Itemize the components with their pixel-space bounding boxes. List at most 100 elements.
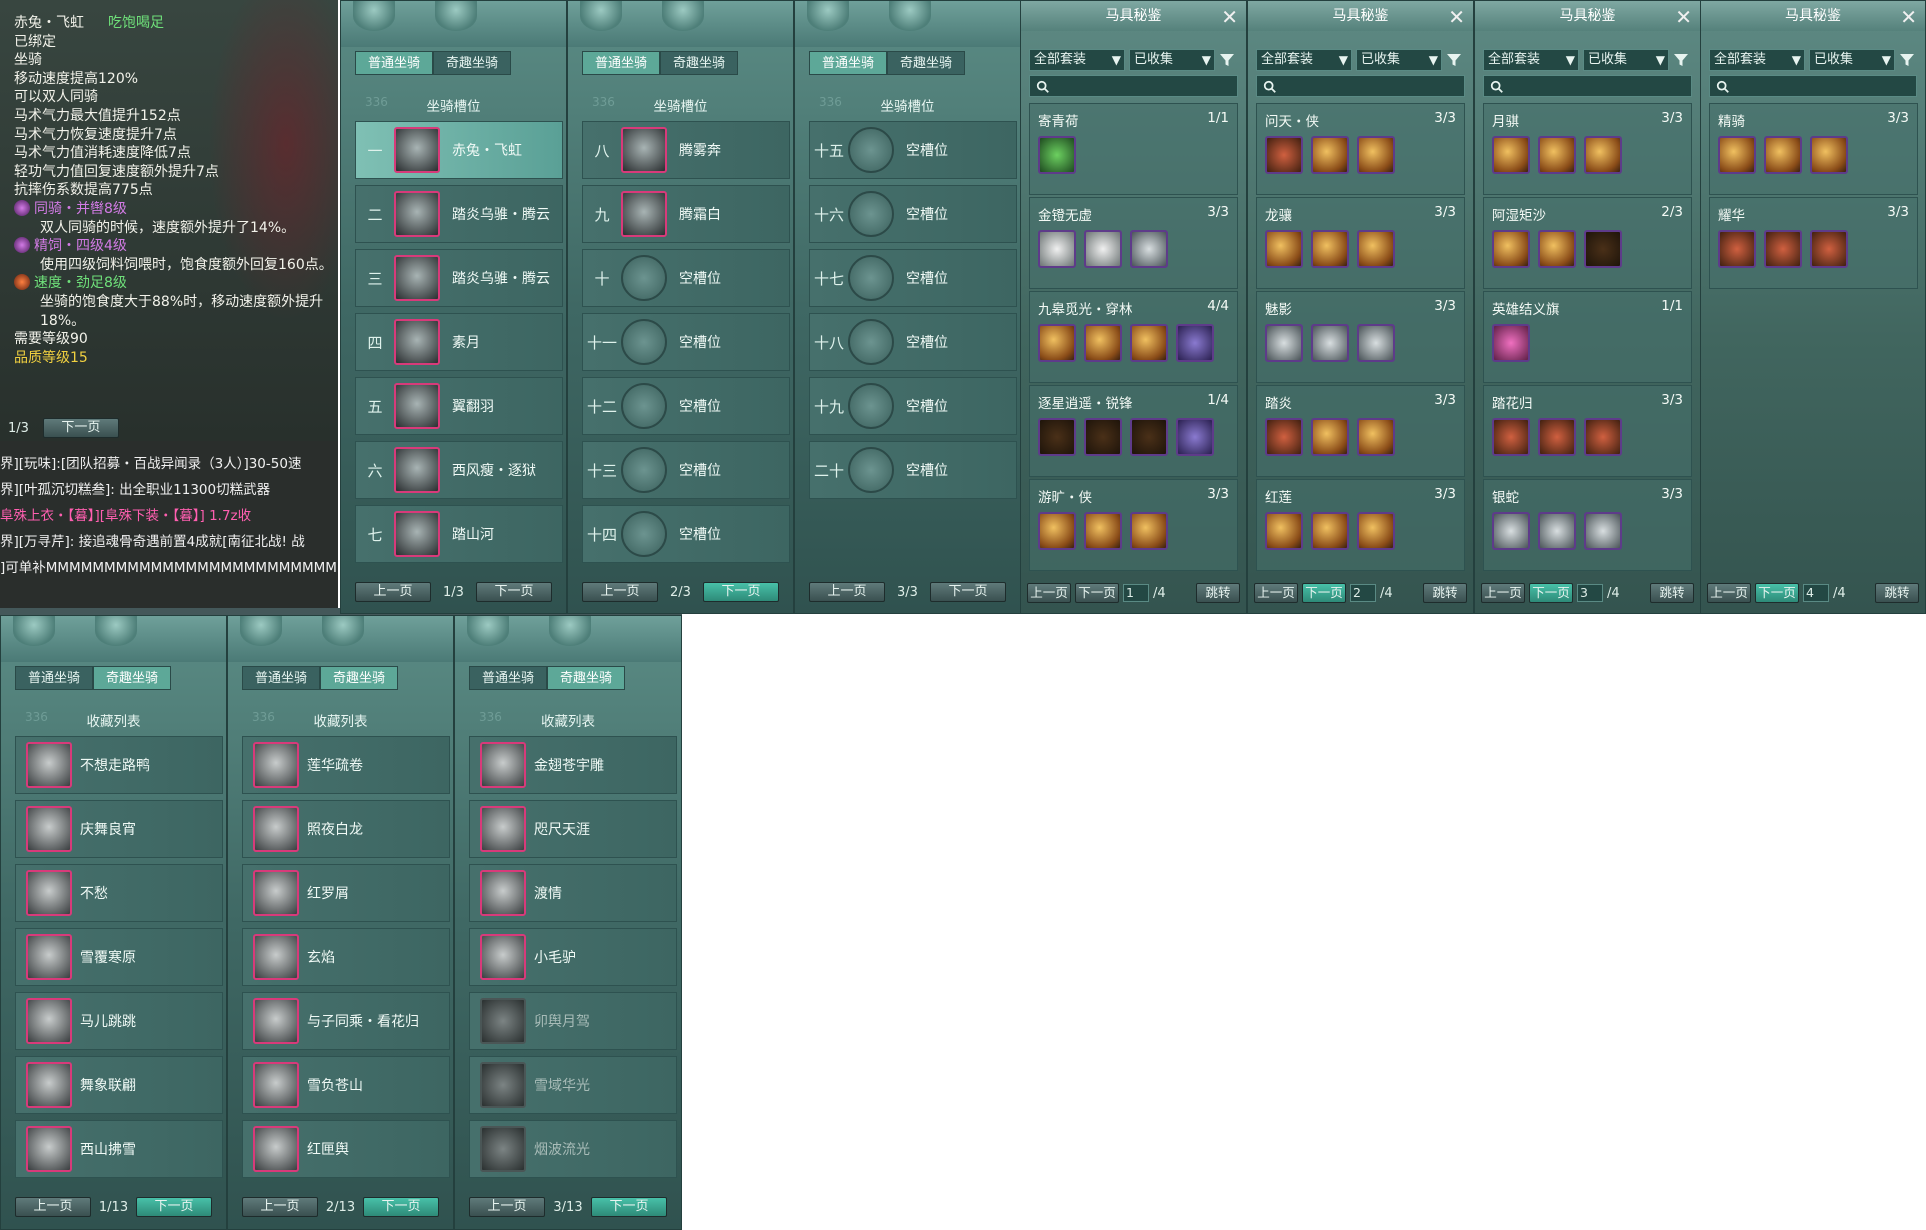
tab-normal-mount[interactable]: 普通坐骑 <box>469 666 547 690</box>
mount-slot[interactable]: 七 踏山河 <box>355 505 563 563</box>
close-icon[interactable]: ✕ <box>1221 5 1238 29</box>
collected-filter-dropdown[interactable]: 已收集 <box>1809 49 1895 71</box>
jump-button[interactable]: 跳转 <box>1650 583 1694 603</box>
saddlery-item-icon[interactable] <box>1176 324 1214 362</box>
mount-slot[interactable]: 九 腾霜白 <box>582 185 790 243</box>
page-number-input[interactable]: 1 <box>1123 584 1149 602</box>
prev-page-button[interactable]: 上一页 <box>582 582 658 602</box>
mount-slot[interactable]: 六 西风瘦・逐狱 <box>355 441 563 499</box>
saddlery-item-icon[interactable] <box>1084 230 1122 268</box>
tab-normal-mount[interactable]: 普通坐骑 <box>355 51 433 75</box>
next-page-button[interactable]: 下一页 <box>1302 583 1346 603</box>
saddlery-item-icon[interactable] <box>1764 230 1802 268</box>
next-page-button[interactable]: 下一页 <box>702 582 779 602</box>
favorite-mount-item[interactable]: 烟波流光 <box>469 1120 677 1178</box>
tab-fun-mount[interactable]: 奇趣坐骑 <box>887 51 965 75</box>
prev-page-button[interactable]: 上一页 <box>1707 583 1751 603</box>
close-icon[interactable]: ✕ <box>1900 5 1917 29</box>
favorite-mount-item[interactable]: 照夜白龙 <box>242 800 450 858</box>
saddlery-item-icon[interactable] <box>1357 324 1395 362</box>
favorite-mount-item[interactable]: 咫尺天涯 <box>469 800 677 858</box>
next-page-button[interactable]: 下一页 <box>135 1197 212 1217</box>
saddlery-item-icon[interactable] <box>1311 136 1349 174</box>
mount-slot[interactable]: 五 翼翻羽 <box>355 377 563 435</box>
saddlery-item-icon[interactable] <box>1265 230 1303 268</box>
saddlery-item-icon[interactable] <box>1265 512 1303 550</box>
saddlery-item-icon[interactable] <box>1764 136 1802 174</box>
next-page-button[interactable]: 下一页 <box>590 1197 667 1217</box>
mount-slot[interactable]: 十八 空槽位 <box>809 313 1017 371</box>
favorite-mount-item[interactable]: 红匣舆 <box>242 1120 450 1178</box>
search-input[interactable] <box>1052 76 1232 97</box>
saddlery-item-icon[interactable] <box>1357 230 1395 268</box>
saddlery-item-icon[interactable] <box>1038 136 1076 174</box>
collected-filter-dropdown[interactable]: 已收集 <box>1356 49 1442 71</box>
next-page-button[interactable]: 下一页 <box>1075 583 1119 603</box>
jump-button[interactable]: 跳转 <box>1196 583 1240 603</box>
search-input[interactable] <box>1279 76 1459 97</box>
favorite-mount-item[interactable]: 小毛驴 <box>469 928 677 986</box>
next-page-button[interactable]: 下一页 <box>929 582 1006 602</box>
mount-slot[interactable]: 十六 空槽位 <box>809 185 1017 243</box>
tab-fun-mount[interactable]: 奇趣坐骑 <box>93 666 171 690</box>
prev-page-button[interactable]: 上一页 <box>809 582 885 602</box>
favorite-mount-item[interactable]: 莲华疏卷 <box>242 736 450 794</box>
saddlery-item-icon[interactable] <box>1492 230 1530 268</box>
saddlery-item-icon[interactable] <box>1311 324 1349 362</box>
prev-page-button[interactable]: 上一页 <box>469 1197 545 1217</box>
saddlery-item-icon[interactable] <box>1492 512 1530 550</box>
next-page-button[interactable]: 下一页 <box>475 582 552 602</box>
search-box[interactable] <box>1709 75 1917 97</box>
prev-page-button[interactable]: 上一页 <box>1481 583 1525 603</box>
saddlery-item-icon[interactable] <box>1357 418 1395 456</box>
saddlery-item-icon[interactable] <box>1810 136 1848 174</box>
chat-message[interactable]: 界][万寻芹]: 接追魂骨奇遇前置4成就[南征北战! 战 <box>0 529 338 555</box>
saddlery-item-icon[interactable] <box>1038 418 1076 456</box>
favorite-mount-item[interactable]: 马儿跳跳 <box>15 992 223 1050</box>
collected-filter-dropdown[interactable]: 已收集 <box>1129 49 1215 71</box>
close-icon[interactable]: ✕ <box>1448 5 1465 29</box>
saddlery-item-icon[interactable] <box>1265 418 1303 456</box>
saddlery-item-icon[interactable] <box>1584 230 1622 268</box>
mount-slot[interactable]: 十 空槽位 <box>582 249 790 307</box>
favorite-mount-item[interactable]: 庆舞良宵 <box>15 800 223 858</box>
saddlery-item-icon[interactable] <box>1584 418 1622 456</box>
mount-slot[interactable]: 十三 空槽位 <box>582 441 790 499</box>
favorite-mount-item[interactable]: 雪负苍山 <box>242 1056 450 1114</box>
mount-slot[interactable]: 十一 空槽位 <box>582 313 790 371</box>
jump-button[interactable]: 跳转 <box>1423 583 1467 603</box>
prev-page-button[interactable]: 上一页 <box>15 1197 91 1217</box>
page-number-input[interactable]: 3 <box>1577 584 1603 602</box>
saddlery-item-icon[interactable] <box>1130 324 1168 362</box>
collected-filter-dropdown[interactable]: 已收集 <box>1583 49 1669 71</box>
tab-normal-mount[interactable]: 普通坐骑 <box>809 51 887 75</box>
saddlery-item-icon[interactable] <box>1810 230 1848 268</box>
favorite-mount-item[interactable]: 不愁 <box>15 864 223 922</box>
saddlery-item-icon[interactable] <box>1584 512 1622 550</box>
saddlery-item-icon[interactable] <box>1130 230 1168 268</box>
saddlery-item-icon[interactable] <box>1311 418 1349 456</box>
mount-slot[interactable]: 一 赤兔・飞虹 <box>355 121 563 179</box>
mount-slot[interactable]: 二十 空槽位 <box>809 441 1017 499</box>
saddlery-item-icon[interactable] <box>1176 418 1214 456</box>
saddlery-item-icon[interactable] <box>1038 230 1076 268</box>
favorite-mount-item[interactable]: 舞象联翩 <box>15 1056 223 1114</box>
mount-slot[interactable]: 十二 空槽位 <box>582 377 790 435</box>
filter-funnel-icon[interactable] <box>1446 52 1462 68</box>
saddlery-item-icon[interactable] <box>1038 324 1076 362</box>
favorite-mount-item[interactable]: 红罗屑 <box>242 864 450 922</box>
saddlery-item-icon[interactable] <box>1718 230 1756 268</box>
chat-message[interactable]: ]可单补MMMMMMMMMMMMMMMMMMMMMMMMMMM <box>0 555 338 581</box>
saddlery-item-icon[interactable] <box>1311 512 1349 550</box>
search-box[interactable] <box>1483 75 1692 97</box>
mount-slot[interactable]: 十七 空槽位 <box>809 249 1017 307</box>
saddlery-item-icon[interactable] <box>1492 136 1530 174</box>
favorite-mount-item[interactable]: 西山拂雪 <box>15 1120 223 1178</box>
filter-funnel-icon[interactable] <box>1219 52 1235 68</box>
saddlery-item-icon[interactable] <box>1357 512 1395 550</box>
jump-button[interactable]: 跳转 <box>1875 583 1919 603</box>
favorite-mount-item[interactable]: 玄焰 <box>242 928 450 986</box>
mount-slot[interactable]: 十五 空槽位 <box>809 121 1017 179</box>
page-number-input[interactable]: 4 <box>1803 584 1829 602</box>
saddlery-item-icon[interactable] <box>1492 418 1530 456</box>
